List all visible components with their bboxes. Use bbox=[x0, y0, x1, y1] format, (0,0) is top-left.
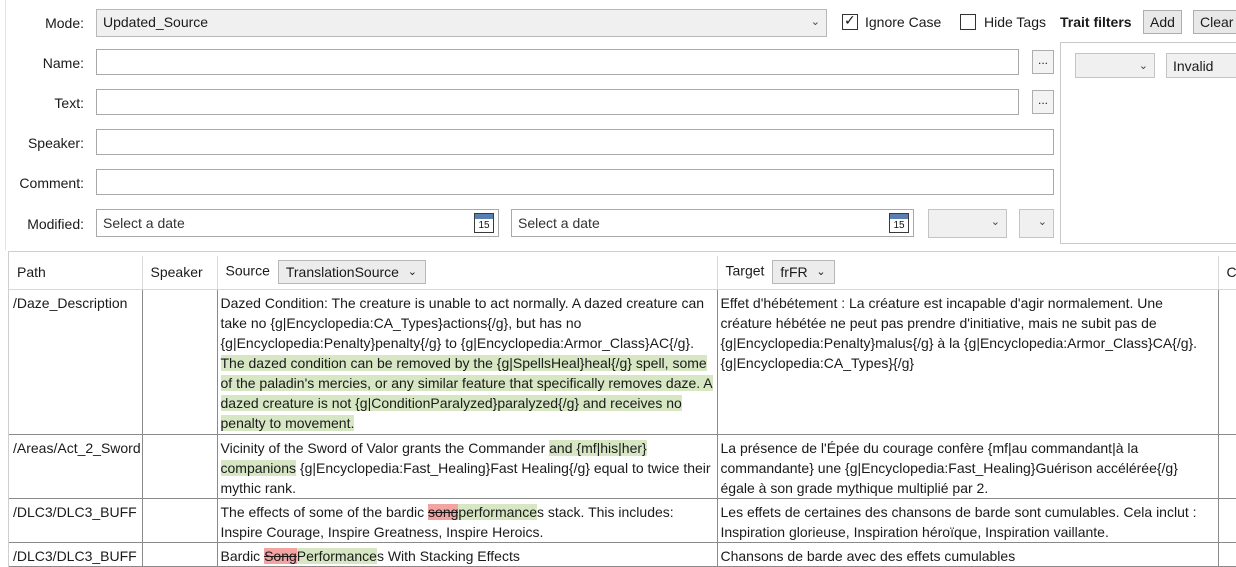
grid-header-row: Path Speaker Source TranslationSource ⌄ Ta… bbox=[9, 256, 1236, 290]
add-trait-button[interactable]: Add bbox=[1143, 10, 1182, 34]
source-cell[interactable]: Bardic SongPerformances With Stacking Ef… bbox=[217, 542, 718, 567]
comment-cell[interactable] bbox=[1218, 498, 1236, 543]
source-text: Dazed Condition: The creature is unable … bbox=[220, 294, 705, 351]
hide-tags-label: Hide Tags bbox=[984, 14, 1047, 30]
target-cell[interactable]: Les effets de certaines des chansons de … bbox=[717, 498, 1219, 543]
name-browse-button[interactable]: ... bbox=[1032, 50, 1054, 74]
source-text: Bardic bbox=[220, 547, 265, 564]
source-cell[interactable]: The effects of some of the bardic songpe… bbox=[217, 498, 718, 543]
target-language-value: frFR bbox=[780, 264, 808, 281]
path-cell[interactable]: /Daze_Description bbox=[9, 289, 143, 435]
comment-cell[interactable] bbox=[1218, 289, 1236, 435]
ignore-case-label: Ignore Case bbox=[865, 14, 942, 30]
text-browse-button[interactable]: ... bbox=[1032, 90, 1054, 114]
column-header-path[interactable]: Path bbox=[9, 256, 143, 290]
deleted-text: Song bbox=[264, 547, 297, 564]
calendar-icon[interactable]: 15 bbox=[889, 213, 909, 233]
chevron-down-icon: ⌄ bbox=[990, 216, 1000, 228]
column-header-speaker[interactable]: Speaker bbox=[142, 256, 218, 290]
speaker-input[interactable] bbox=[96, 129, 1054, 155]
trait-filter-panel: ⌄ Invalid bbox=[1060, 42, 1236, 244]
column-header-source[interactable]: Source TranslationSource ⌄ bbox=[217, 256, 718, 290]
date-to-placeholder: Select a date bbox=[518, 215, 600, 231]
target-cell[interactable]: La présence de l'Épée du courage confère… bbox=[717, 434, 1219, 499]
date-operator-select[interactable]: ⌄ bbox=[928, 209, 1007, 238]
comment-cell[interactable] bbox=[1218, 434, 1236, 499]
name-label: Name: bbox=[42, 55, 84, 71]
target-language-select[interactable]: frFR ⌄ bbox=[772, 260, 835, 285]
date-from-picker[interactable]: Select a date 15 bbox=[96, 209, 499, 237]
inserted-text: The dazed condition can be removed by th… bbox=[220, 354, 713, 431]
source-text: Vicinity of the Sword of Valor grants th… bbox=[220, 439, 550, 456]
chevron-down-icon: ⌄ bbox=[810, 16, 820, 28]
path-cell[interactable]: /DLC3/DLC3_BUFF bbox=[9, 542, 143, 567]
name-input[interactable] bbox=[96, 49, 1019, 75]
trait-state-select[interactable]: Invalid bbox=[1166, 53, 1236, 78]
left-edge bbox=[0, 0, 6, 250]
translation-table: Path Speaker Source TranslationSource ⌄ Ta… bbox=[9, 256, 1236, 567]
text-label: Text: bbox=[54, 95, 84, 111]
calendar-day: 15 bbox=[893, 220, 905, 231]
source-text: s With Stacking Effects bbox=[376, 547, 520, 564]
chevron-down-icon: ⌄ bbox=[1037, 216, 1047, 228]
source-text: The effects of some of the bardic bbox=[220, 503, 429, 520]
trait-select[interactable]: ⌄ bbox=[1075, 53, 1155, 78]
mode-label: Mode: bbox=[45, 15, 84, 31]
inserted-text: performance bbox=[458, 503, 537, 520]
speaker-cell[interactable] bbox=[142, 542, 218, 567]
chevron-down-icon: ⌄ bbox=[407, 266, 417, 279]
clear-button[interactable]: Clear bbox=[1193, 10, 1236, 34]
path-cell[interactable]: /DLC3/DLC3_BUFF bbox=[9, 498, 143, 543]
inserted-text: Performance bbox=[296, 547, 377, 564]
table-row[interactable]: /Daze_Description Dazed Condition: The c… bbox=[9, 289, 1236, 435]
source-cell[interactable]: Vicinity of the Sword of Valor grants th… bbox=[217, 434, 718, 499]
date-mode-select[interactable]: ⌄ bbox=[1019, 209, 1054, 238]
column-header-target[interactable]: Target frFR ⌄ bbox=[717, 256, 1219, 290]
date-from-placeholder: Select a date bbox=[103, 215, 185, 231]
chevron-down-icon: ⌄ bbox=[1138, 60, 1148, 72]
calendar-day: 15 bbox=[478, 220, 490, 231]
speaker-cell[interactable] bbox=[142, 289, 218, 435]
mode-select[interactable]: Updated_Source ⌄ bbox=[96, 9, 827, 37]
column-header-comment[interactable]: Co bbox=[1218, 256, 1236, 290]
speaker-cell[interactable] bbox=[142, 498, 218, 543]
trait-state-value: Invalid bbox=[1173, 58, 1214, 74]
checkmark-icon: ✓ bbox=[844, 12, 856, 28]
trait-filters-label: Trait filters bbox=[1060, 14, 1132, 30]
target-cell[interactable]: Effet d'hébétement : La créature est inc… bbox=[717, 289, 1219, 435]
table-row[interactable]: /DLC3/DLC3_BUFF The effects of some of t… bbox=[9, 498, 1236, 543]
translation-grid: Path Speaker Source TranslationSource ⌄ Ta… bbox=[8, 251, 1236, 567]
speaker-cell[interactable] bbox=[142, 434, 218, 499]
comment-cell[interactable] bbox=[1218, 542, 1236, 567]
filter-panel: Mode: Updated_Source ⌄ ✓ Ignore Case Hid… bbox=[0, 0, 1236, 250]
date-to-picker[interactable]: Select a date 15 bbox=[511, 209, 914, 237]
speaker-label: Speaker: bbox=[27, 135, 84, 151]
comment-input[interactable] bbox=[96, 169, 1054, 195]
source-language-select[interactable]: TranslationSource ⌄ bbox=[277, 260, 426, 285]
target-cell[interactable]: Chansons de barde avec des effets cumula… bbox=[717, 542, 1219, 567]
text-input[interactable] bbox=[96, 89, 1019, 115]
modified-label: Modified: bbox=[27, 216, 84, 232]
table-row[interactable]: /Areas/Act_2_Sword Vicinity of the Sword… bbox=[9, 434, 1236, 499]
mode-select-value: Updated_Source bbox=[103, 14, 209, 30]
table-row[interactable]: /DLC3/DLC3_BUFF Bardic SongPerformances … bbox=[9, 542, 1236, 567]
source-language-value: TranslationSource bbox=[285, 264, 399, 281]
path-cell[interactable]: /Areas/Act_2_Sword bbox=[9, 434, 143, 499]
deleted-text: song bbox=[428, 503, 459, 520]
column-header-source-label: Source bbox=[225, 262, 270, 279]
ignore-case-checkbox[interactable]: ✓ bbox=[842, 12, 858, 30]
column-header-target-label: Target bbox=[725, 262, 765, 279]
chevron-down-icon: ⌄ bbox=[816, 266, 826, 279]
calendar-icon[interactable]: 15 bbox=[474, 213, 494, 233]
hide-tags-checkbox[interactable] bbox=[960, 14, 976, 30]
source-cell[interactable]: Dazed Condition: The creature is unable … bbox=[217, 289, 718, 435]
comment-label: Comment: bbox=[19, 175, 84, 191]
